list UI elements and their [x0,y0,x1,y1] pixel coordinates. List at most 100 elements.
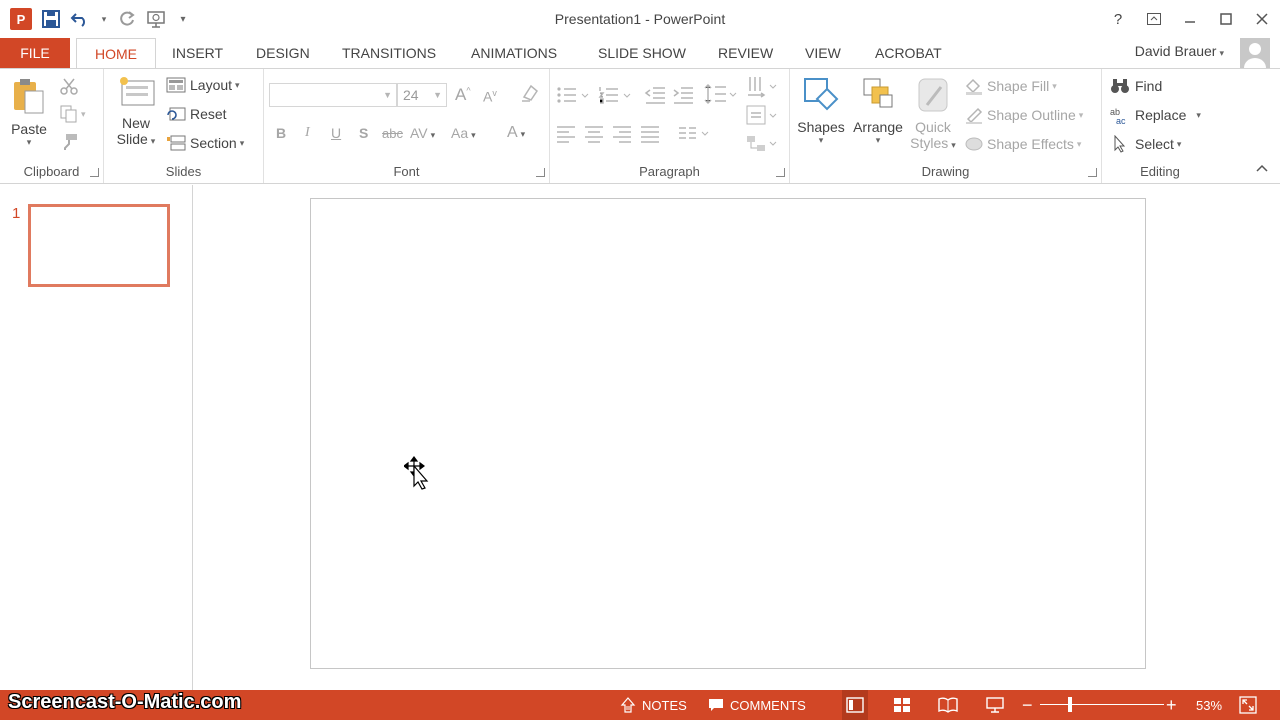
fit-slide-button[interactable] [1239,690,1257,720]
layout-button[interactable]: Layout ▾ [166,77,240,93]
paste-icon [11,77,47,117]
slide-number: 1 [12,205,21,222]
select-label: Select [1135,136,1174,152]
slide-show-button[interactable] [982,690,1008,720]
avatar[interactable] [1240,38,1270,68]
arrange-button[interactable]: Arrange ▾ [848,75,908,146]
minimize-icon[interactable] [1172,0,1208,38]
reading-view-icon [938,697,958,713]
shape-outline-button[interactable]: Shape Outline ▾ [964,106,1083,124]
find-button[interactable]: Find [1110,77,1162,95]
line-spacing-icon[interactable] [704,83,738,105]
chevron-down-icon: ▾ [150,136,156,146]
shape-effects-button[interactable]: Shape Effects ▾ [964,135,1081,153]
tab-slide-show[interactable]: SLIDE SHOW [580,38,704,68]
zoom-in-button[interactable]: + [1166,690,1177,720]
text-shadow-button[interactable]: S [359,125,368,141]
new-slide-label-1: New [121,115,150,131]
tab-animations[interactable]: ANIMATIONS [453,38,575,68]
zoom-slider-thumb[interactable] [1067,697,1072,712]
user-account[interactable]: David Brauer ▾ [1135,43,1224,59]
slide-sorter-button[interactable] [889,690,915,720]
reading-view-button[interactable] [935,690,961,720]
grow-font-icon[interactable]: A^ [455,85,471,105]
paste-button[interactable]: Paste ▾ [6,77,52,148]
tab-view[interactable]: VIEW [787,38,859,68]
shrink-font-icon[interactable]: Av [483,88,497,105]
normal-view-button[interactable] [842,690,868,720]
chevron-down-icon: ▾ [1052,80,1057,91]
quick-styles-label-2: Styles [910,135,949,151]
editing-group: Find ab ac Replace ▾ Select ▾ Editing [1102,69,1218,183]
copy-button[interactable]: ▾ [60,105,86,123]
font-group-label: Font [393,164,420,179]
tab-transitions[interactable]: TRANSITIONS [324,38,454,68]
convert-to-smartart-icon[interactable] [746,133,780,155]
collapse-ribbon-icon[interactable] [1256,159,1268,177]
comments-button[interactable]: COMMENTS [708,690,806,720]
tab-file[interactable]: FILE [0,38,70,68]
align-center-icon[interactable] [584,125,604,143]
comments-label: COMMENTS [730,697,806,713]
normal-view-icon [846,697,864,713]
underline-button[interactable]: U [331,125,341,141]
notes-label: NOTES [642,697,687,713]
new-slide-button[interactable]: New Slide ▾ [110,75,162,147]
replace-button[interactable]: ab ac Replace ▾ [1110,106,1201,124]
text-direction-icon[interactable] [746,75,780,101]
align-text-icon[interactable] [746,105,780,127]
align-left-icon[interactable] [556,125,576,143]
increase-indent-icon[interactable] [672,85,694,105]
tab-design[interactable]: DESIGN [238,38,328,68]
decrease-indent-icon[interactable] [644,85,666,105]
slide-canvas[interactable] [310,198,1146,669]
justify-icon[interactable] [640,125,660,143]
columns-icon[interactable] [678,125,712,143]
reset-button[interactable]: Reset [166,106,227,122]
find-label: Find [1135,78,1163,94]
quick-styles-button[interactable]: Quick Styles ▾ [906,75,960,151]
italic-button[interactable]: I [305,125,310,141]
zoom-slider-track[interactable] [1040,704,1164,705]
shapes-button[interactable]: Shapes ▾ [794,75,848,146]
ribbon-display-options-icon[interactable] [1136,0,1172,38]
drawing-dialog-launcher[interactable] [1088,168,1097,177]
bold-button[interactable]: B [276,125,286,141]
ribbon-tabs: FILE HOME INSERT DESIGN TRANSITIONS ANIM… [0,38,1280,69]
close-icon[interactable] [1244,0,1280,38]
clipboard-dialog-launcher[interactable] [90,168,99,177]
align-right-icon[interactable] [612,125,632,143]
change-case-button[interactable]: Aa ▾ [451,125,476,141]
font-color-button[interactable]: A ▾ [507,124,525,142]
tab-home[interactable]: HOME [76,38,156,69]
paste-label: Paste [11,121,47,137]
zoom-out-button[interactable]: − [1022,690,1033,720]
tab-insert[interactable]: INSERT [154,38,241,68]
font-color-label: A [507,124,518,141]
format-painter-icon [64,134,77,150]
clear-formatting-icon[interactable] [520,83,540,106]
numbering-icon[interactable] [598,85,634,105]
font-size-combo[interactable]: 24 ▼ [397,83,447,107]
zoom-percent[interactable]: 53% [1196,690,1222,720]
help-button[interactable]: ? [1100,0,1136,38]
chevron-down-icon: ▾ [471,130,476,140]
shapes-label: Shapes [797,119,845,135]
strikethrough-button[interactable]: abc [382,126,403,141]
character-spacing-button[interactable]: AV ▾ [410,125,435,141]
chevron-down-icon: ▾ [239,137,245,148]
maximize-icon[interactable] [1208,0,1244,38]
tab-acrobat[interactable]: ACROBAT [857,38,960,68]
slide-thumbnail[interactable] [28,204,170,287]
shape-fill-button[interactable]: Shape Fill ▾ [964,77,1057,95]
select-button[interactable]: Select ▾ [1110,135,1181,153]
tab-review[interactable]: REVIEW [700,38,791,68]
paragraph-dialog-launcher[interactable] [776,168,785,177]
font-dialog-launcher[interactable] [536,168,545,177]
cut-button[interactable] [60,77,78,95]
format-painter-button[interactable] [60,133,78,151]
notes-button[interactable]: NOTES [620,690,687,720]
font-name-combo[interactable]: ▼ [269,83,397,107]
section-button[interactable]: Section ▾ [166,135,244,151]
bullets-icon[interactable] [556,85,592,105]
